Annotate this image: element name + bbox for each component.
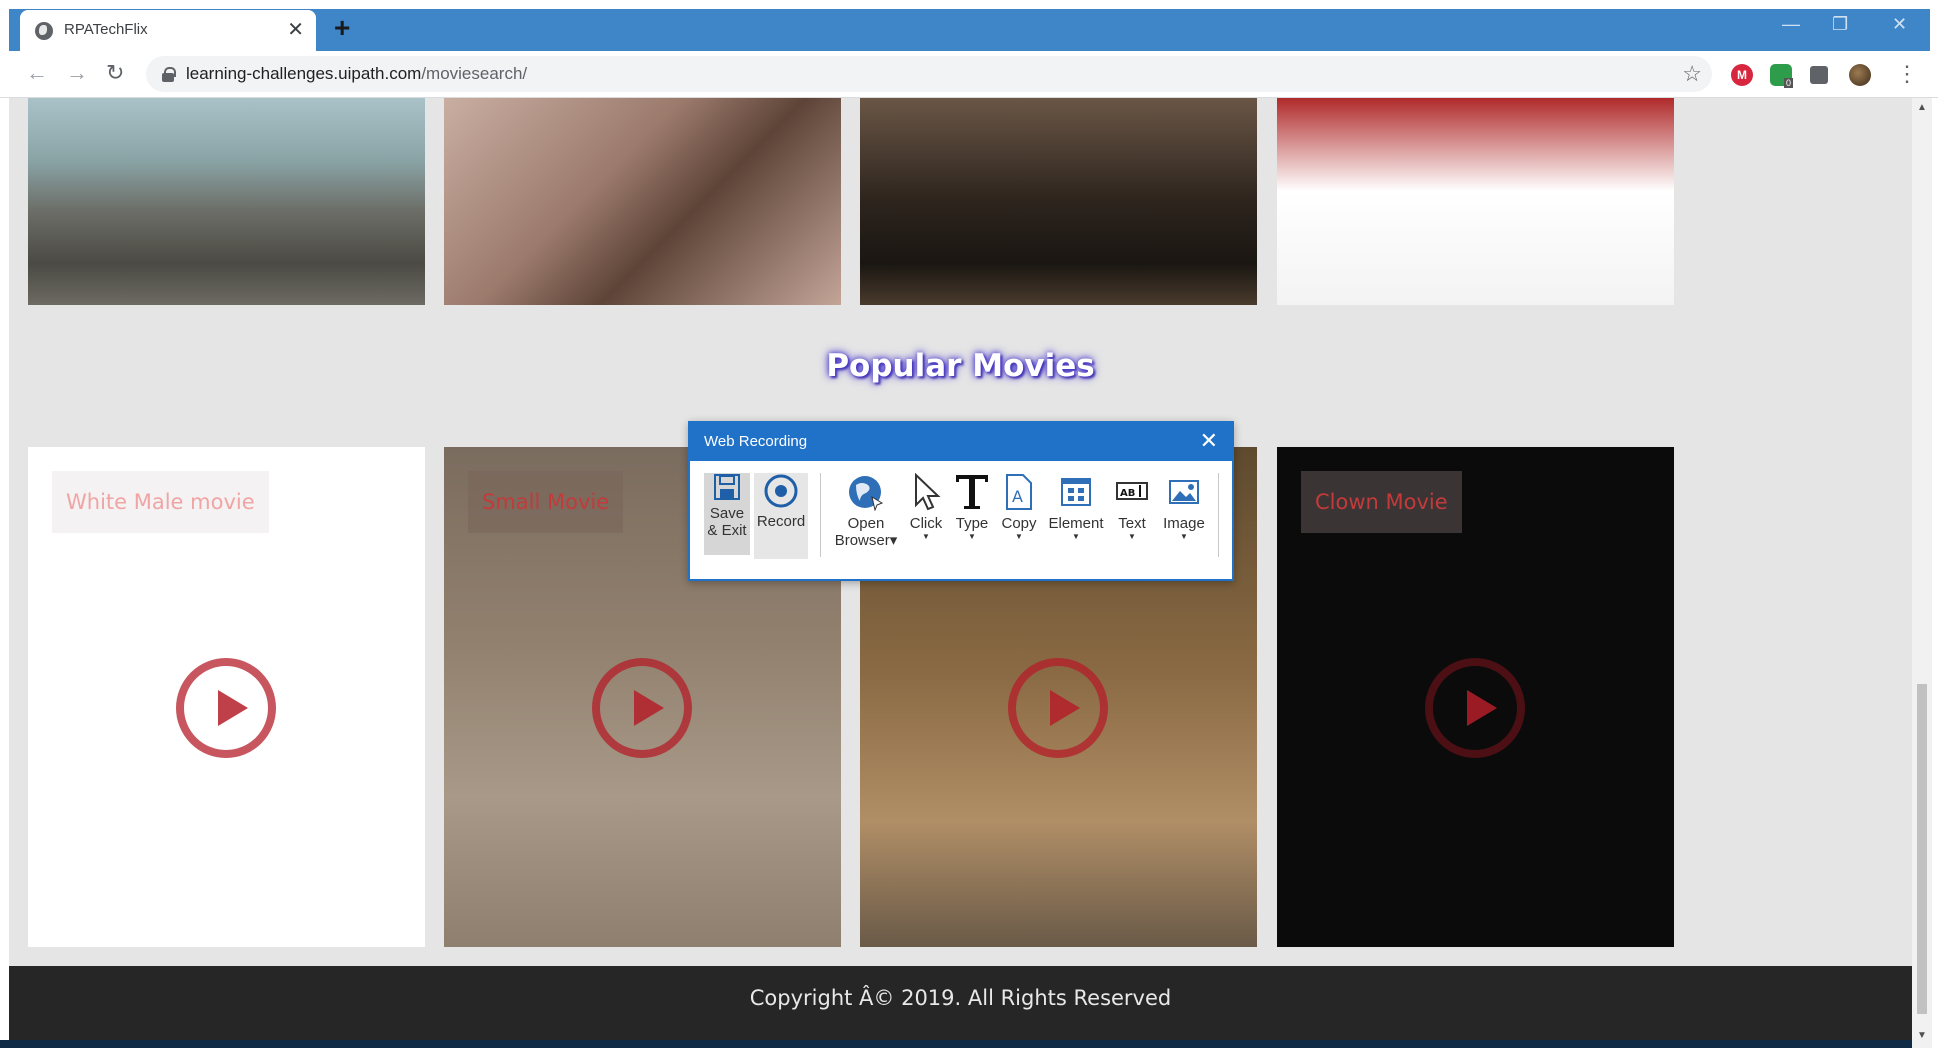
chevron-down-icon[interactable]: ▼	[1112, 532, 1152, 542]
image-icon	[1169, 480, 1199, 504]
svg-text:A: A	[1012, 487, 1023, 506]
dialog-title: Web Recording	[704, 433, 808, 450]
globe-icon	[849, 476, 884, 511]
type-button[interactable]: Type ▼	[952, 473, 992, 542]
extensions-puzzle-icon[interactable]	[1810, 66, 1828, 84]
globe-icon	[35, 22, 53, 40]
dialog-close-icon[interactable]: ✕	[1200, 429, 1218, 453]
movie-thumbnail[interactable]	[28, 98, 425, 305]
save-exit-button[interactable]: Save & Exit	[704, 473, 750, 555]
minimize-icon[interactable]: —	[1782, 14, 1800, 34]
browser-titlebar: RPATechFlix ✕ + — ❐ ✕	[0, 0, 1938, 52]
forward-icon[interactable]: →	[66, 61, 88, 85]
browser-toolbar: ← → ↻ learning-challenges.uipath.com/mov…	[0, 51, 1938, 98]
address-bar[interactable]: learning-challenges.uipath.com/moviesear…	[146, 56, 1712, 92]
restore-icon[interactable]: ❐	[1832, 14, 1848, 34]
screen: RPATechFlix ✕ + — ❐ ✕ ← → ↻ learning-cha…	[0, 0, 1938, 1048]
scroll-up-icon[interactable]: ▲	[1917, 102, 1927, 113]
play-icon[interactable]	[176, 658, 276, 758]
new-tab-button[interactable]: +	[334, 14, 350, 42]
element-button[interactable]: Element ▼	[1046, 473, 1106, 542]
movie-card[interactable]: Clown Movie	[1277, 447, 1674, 947]
chevron-down-icon[interactable]: ▼	[1158, 532, 1210, 542]
image-label: Image	[1163, 515, 1205, 532]
open-label: Open	[847, 515, 885, 532]
text-button[interactable]: AB Text ▼	[1112, 473, 1152, 542]
type-icon	[956, 475, 988, 509]
tab-close-icon[interactable]: ✕	[287, 18, 304, 42]
cursor-icon	[915, 473, 941, 511]
web-recording-dialog: Web Recording ✕ Save & Exit Record Open …	[688, 421, 1234, 581]
type-label: Type	[955, 515, 989, 532]
record-icon	[764, 474, 798, 508]
extension-shield-icon[interactable]: 0	[1770, 64, 1794, 88]
image-button[interactable]: Image ▼	[1158, 473, 1210, 542]
exit-label: & Exit	[707, 522, 747, 539]
browser-menu-icon[interactable]: ⋮	[1896, 61, 1918, 87]
click-label: Click	[909, 515, 943, 532]
tab-rpatechflix[interactable]: RPATechFlix ✕	[20, 10, 316, 52]
copy-button[interactable]: A Copy ▼	[998, 473, 1040, 542]
save-label: Save	[709, 505, 745, 522]
element-icon	[1061, 478, 1091, 506]
toolbar-separator	[820, 473, 821, 557]
footer: Copyright Â© 2019. All Rights Reserved	[9, 966, 1912, 1048]
play-icon[interactable]	[1425, 658, 1525, 758]
text-label: Text	[1118, 515, 1146, 532]
copyright-text: Copyright Â© 2019. All Rights Reserved	[749, 986, 1172, 1010]
section-title: Popular Movies	[826, 348, 1095, 384]
profile-avatar[interactable]	[1849, 64, 1871, 86]
play-icon[interactable]	[592, 658, 692, 758]
url-path: /moviesearch/	[421, 64, 528, 83]
movie-label[interactable]: Small Movie	[468, 471, 624, 533]
movie-label[interactable]: Clown Movie	[1301, 471, 1462, 533]
chevron-down-icon[interactable]: ▼	[906, 532, 946, 542]
taskbar-edge	[0, 1040, 1912, 1048]
dialog-header: Web Recording ✕	[690, 423, 1232, 461]
chevron-down-icon[interactable]: ▼	[998, 532, 1040, 542]
extension-badge: 0	[1784, 78, 1794, 88]
url-text[interactable]: learning-challenges.uipath.com/moviesear…	[186, 64, 527, 84]
movie-thumbnail[interactable]	[860, 98, 1257, 305]
click-button[interactable]: Click ▼	[906, 473, 946, 542]
movie-label[interactable]: White Male movie	[52, 471, 269, 533]
tab-title: RPATechFlix	[64, 21, 148, 38]
open-browser-button[interactable]: Open Browser▾	[834, 473, 898, 549]
record-button[interactable]: Record	[754, 473, 808, 559]
reload-icon[interactable]: ↻	[106, 61, 124, 85]
play-icon[interactable]	[1008, 658, 1108, 758]
svg-text:AB: AB	[1120, 488, 1135, 499]
movie-thumbnail[interactable]	[1277, 98, 1674, 305]
text-icon: AB	[1116, 482, 1148, 500]
copy-icon: A	[1006, 474, 1032, 510]
copy-label: Copy	[1001, 515, 1037, 532]
close-window-icon[interactable]: ✕	[1892, 14, 1907, 34]
chevron-down-icon[interactable]: ▼	[952, 532, 992, 542]
scroll-thumb[interactable]	[1917, 684, 1927, 1014]
toolbar-separator	[1218, 473, 1219, 557]
back-icon[interactable]: ←	[26, 61, 48, 85]
browser-label: Browser▾	[834, 532, 898, 549]
movie-thumbnail[interactable]	[444, 98, 841, 305]
chevron-down-icon[interactable]: ▼	[1046, 532, 1106, 542]
extension-m-icon[interactable]: M	[1731, 64, 1753, 86]
movie-card[interactable]: White Male movie	[28, 447, 425, 947]
element-label: Element	[1048, 515, 1104, 532]
scroll-down-icon[interactable]: ▼	[1917, 1030, 1927, 1041]
url-domain: learning-challenges.uipath.com	[186, 64, 422, 83]
bookmark-star-icon[interactable]: ☆	[1682, 61, 1702, 87]
record-label: Record	[756, 513, 806, 530]
vertical-scrollbar[interactable]: ▲ ▼	[1912, 98, 1932, 1048]
save-icon	[714, 474, 740, 500]
lock-icon[interactable]	[162, 67, 176, 82]
